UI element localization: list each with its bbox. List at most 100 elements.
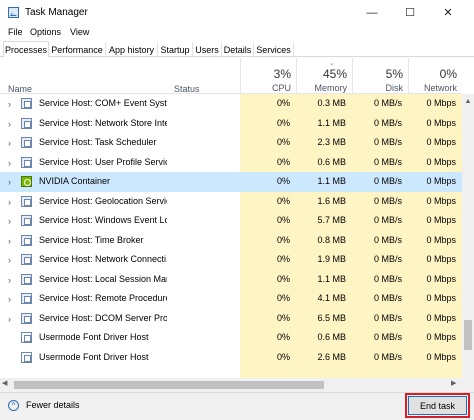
memory-column-label: Memory bbox=[314, 83, 347, 93]
process-row[interactable]: › Service Host: Local Session Man... 0% 1.1… bbox=[0, 270, 462, 290]
disk-column-header[interactable]: 5% Disk bbox=[352, 58, 408, 94]
service-icon bbox=[21, 117, 32, 129]
cpu-value: 0% bbox=[276, 98, 290, 108]
process-row[interactable]: › Service Host: Task Scheduler 0% 2.3 MB 0 M… bbox=[0, 133, 462, 153]
sort-chevron-icon: ⌄ bbox=[329, 60, 335, 67]
process-row[interactable]: Usermode Font Driver Host 0% 2.6 MB 0 MB/s 0… bbox=[0, 348, 462, 368]
fewer-details-link[interactable]: Fewer details bbox=[26, 400, 80, 410]
vertical-scroll-thumb[interactable] bbox=[464, 320, 472, 350]
close-button[interactable]: ✕ bbox=[429, 0, 467, 25]
cpu-column-header[interactable]: 3% CPU bbox=[240, 58, 296, 94]
window-title: Task Manager bbox=[25, 7, 88, 18]
service-icon bbox=[21, 137, 32, 148]
network-column-header[interactable]: 0% Network bbox=[408, 58, 462, 94]
expand-chevron-icon[interactable]: › bbox=[8, 177, 11, 187]
process-row[interactable]: › Service Host: DCOM Server Proc... 0% 6.5 … bbox=[0, 309, 462, 329]
font-icon bbox=[21, 351, 32, 363]
expand-chevron-icon[interactable]: › bbox=[8, 314, 11, 324]
disk-value: 0 MB/s bbox=[373, 332, 402, 342]
process-name: Usermode Font Driver Host bbox=[39, 351, 149, 362]
memory-column-header[interactable]: 45% Memory bbox=[296, 58, 352, 94]
tab-processes[interactable]: Processes bbox=[3, 41, 49, 58]
process-list: ›Service Host: SuperFetch›Service Host: … bbox=[0, 81, 462, 392]
disk-value: 0 MB/s bbox=[373, 273, 402, 284]
end-task-button[interactable]: End task bbox=[408, 396, 467, 415]
process-row[interactable]: Usermode Font Driver Host 0% 0.6 MB 0 MB/s 0… bbox=[0, 328, 462, 348]
memory-value: 4.1 MB bbox=[317, 293, 346, 303]
disk-value: 0 MB/s bbox=[373, 351, 402, 362]
nvidia-icon bbox=[21, 176, 32, 187]
process-row[interactable]: › Service Host: Windows Event Log 0% 5.7 MB… bbox=[0, 211, 462, 231]
cpu-value: 0% bbox=[276, 176, 290, 186]
expand-chevron-icon[interactable]: › bbox=[8, 99, 11, 109]
cpu-value: 0% bbox=[276, 351, 290, 362]
column-header: Name Status 3% CPU 45% Memory 5% Disk 0%… bbox=[0, 58, 462, 94]
tab-startup[interactable]: Startup bbox=[158, 42, 193, 57]
memory-value: 2.6 MB bbox=[317, 351, 346, 362]
process-row[interactable]: › Service Host: Network Store Inte... 0% 1.… bbox=[0, 114, 462, 134]
expand-chevron-icon[interactable]: › bbox=[8, 158, 11, 168]
cpu-value: 0% bbox=[276, 332, 290, 342]
horizontal-scroll-thumb[interactable] bbox=[14, 381, 324, 389]
expand-chevron-icon[interactable]: › bbox=[8, 294, 11, 304]
chevron-up-circle-icon[interactable]: ^ bbox=[8, 400, 19, 411]
process-row[interactable]: › Service Host: Time Broker 0% 0.8 MB 0 MB/s… bbox=[0, 231, 462, 251]
cpu-value: 0% bbox=[276, 234, 290, 245]
network-value: 0 Mbps bbox=[426, 312, 456, 323]
name-column-header[interactable]: Name bbox=[8, 84, 32, 94]
menu-file[interactable]: File bbox=[8, 27, 23, 37]
menu-options[interactable]: Options bbox=[30, 27, 61, 37]
network-value: 0 Mbps bbox=[426, 234, 456, 245]
process-name: Service Host: Remote Procedure... bbox=[39, 293, 167, 303]
tab-details[interactable]: Details bbox=[222, 42, 254, 57]
memory-total-percent: 45% bbox=[322, 67, 347, 81]
scroll-right-arrow-icon[interactable]: ▶ bbox=[451, 379, 456, 387]
memory-value: 0.6 MB bbox=[317, 156, 346, 167]
expand-chevron-icon[interactable]: › bbox=[8, 275, 11, 285]
process-name: Service Host: Geolocation Service bbox=[39, 195, 167, 206]
tab-performance[interactable]: Performance bbox=[49, 42, 106, 57]
cpu-value: 0% bbox=[276, 293, 290, 303]
process-name: Service Host: Time Broker bbox=[39, 234, 144, 245]
tab-bar: Processes Performance App history Startu… bbox=[0, 41, 474, 58]
service-icon bbox=[21, 98, 32, 109]
disk-value: 0 MB/s bbox=[373, 195, 402, 206]
maximize-button[interactable]: ☐ bbox=[391, 0, 429, 25]
process-row[interactable]: › Service Host: COM+ Event Syste... 0% 0.3 … bbox=[0, 94, 462, 114]
memory-value: 1.9 MB bbox=[317, 254, 346, 264]
process-row[interactable]: › NVIDIA Container 0% 1.1 MB 0 MB/s 0 Mbps bbox=[0, 172, 462, 192]
process-name: Usermode Font Driver Host bbox=[39, 332, 149, 342]
process-name: Service Host: User Profile Service bbox=[39, 156, 167, 167]
cpu-value: 0% bbox=[276, 117, 290, 128]
process-name: Service Host: COM+ Event Syste... bbox=[39, 98, 167, 108]
disk-value: 0 MB/s bbox=[373, 234, 402, 245]
tab-users[interactable]: Users bbox=[193, 42, 222, 57]
cpu-value: 0% bbox=[276, 215, 290, 225]
cpu-total-percent: 3% bbox=[273, 67, 291, 81]
process-row[interactable]: › Service Host: User Profile Service 0% 0.6… bbox=[0, 153, 462, 173]
process-row[interactable]: › Service Host: Geolocation Service 0% 1.6 … bbox=[0, 192, 462, 212]
title-bar: Task Manager — ☐ ✕ bbox=[0, 0, 474, 25]
process-row[interactable]: › Service Host: Remote Procedure... 0% 4.1 … bbox=[0, 289, 462, 309]
status-column-header[interactable]: Status bbox=[174, 84, 200, 94]
minimize-button[interactable]: — bbox=[353, 0, 391, 25]
service-icon bbox=[21, 195, 32, 207]
network-value: 0 Mbps bbox=[426, 98, 456, 108]
expand-chevron-icon[interactable]: › bbox=[8, 236, 11, 246]
network-value: 0 Mbps bbox=[426, 137, 456, 147]
expand-chevron-icon[interactable]: › bbox=[8, 138, 11, 148]
scroll-left-arrow-icon[interactable]: ◀ bbox=[2, 379, 7, 387]
expand-chevron-icon[interactable]: › bbox=[8, 255, 11, 265]
expand-chevron-icon[interactable]: › bbox=[8, 119, 11, 129]
tab-services[interactable]: Services bbox=[254, 42, 294, 57]
process-row[interactable]: › Service Host: Network Connecti... 0% 1.9 … bbox=[0, 250, 462, 270]
network-value: 0 Mbps bbox=[426, 176, 456, 186]
tab-app-history[interactable]: App history bbox=[106, 42, 158, 57]
scroll-up-arrow-icon[interactable]: ▲ bbox=[462, 98, 474, 108]
network-value: 0 Mbps bbox=[426, 273, 456, 284]
expand-chevron-icon[interactable]: › bbox=[8, 216, 11, 226]
service-icon bbox=[21, 215, 32, 226]
expand-chevron-icon[interactable]: › bbox=[8, 197, 11, 207]
process-name: NVIDIA Container bbox=[39, 176, 111, 186]
menu-view[interactable]: View bbox=[70, 27, 89, 37]
